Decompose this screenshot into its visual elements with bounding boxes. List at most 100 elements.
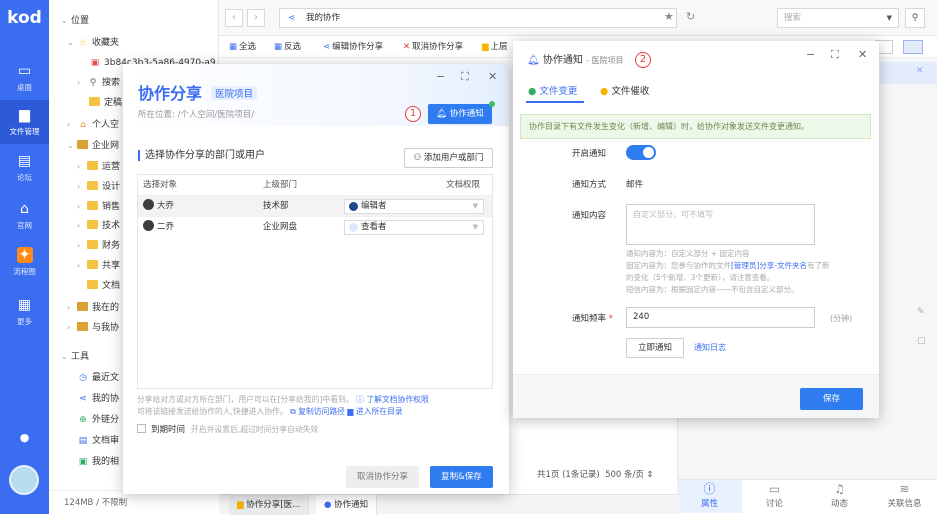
refresh-icon[interactable]: ↻ <box>686 10 695 23</box>
more-icon: ▦ <box>17 297 32 313</box>
forum-icon: ▤ <box>17 153 32 169</box>
close-icon[interactable]: ✕ <box>858 48 867 61</box>
tab-discussion[interactable]: ▭ 讨论 <box>742 482 807 509</box>
task-tab-notify[interactable]: ● 协作通知 <box>316 495 378 515</box>
cancel-share-button[interactable]: ✕ 取消协作分享 <box>403 39 463 55</box>
nav-website[interactable]: ⌂ 官网 <box>0 201 49 235</box>
share-dialog-title: 协作分享 <box>138 84 203 103</box>
home-icon: ⌂ <box>20 201 29 217</box>
upper-level-button[interactable]: ▆ 上层 <box>482 39 508 55</box>
freq-input[interactable]: 240 <box>626 307 815 328</box>
nav-desktop[interactable]: ▭ 桌面 <box>0 60 49 94</box>
comment-icon[interactable]: ▢ <box>917 336 926 346</box>
table-row[interactable]: 大乔 技术部 编辑者 ▼ <box>138 195 492 216</box>
tree-favorites[interactable]: ⌄ ☆ 收藏夹 <box>49 33 219 53</box>
freq-label: 通知频率 * <box>572 314 613 324</box>
tree-location[interactable]: ⌄ 位置 <box>49 11 219 31</box>
right-tabs: ⓘ 属性 ▭ 讨论 ♫ 动态 ≋ 关联信息 <box>677 479 937 514</box>
chat-icon: ▭ <box>768 482 781 496</box>
add-user-icon: ⚇ <box>413 153 422 163</box>
col-dept: 上级部门 <box>263 180 298 190</box>
tab-activity[interactable]: ♫ 动态 <box>807 482 872 509</box>
path-bar[interactable]: ⋖ 我的协作 <box>279 8 677 28</box>
share-table: 选择对象 上级部门 文档权限 大乔 技术部 编辑者 ▼ 二乔 企业网盘 查看者 ▼ <box>137 174 493 389</box>
pager: 共1页 (1条记录) 500 条/页 ⇕ <box>537 470 654 480</box>
document-icon: ▤ <box>78 436 88 446</box>
star-icon[interactable]: ★ <box>664 10 674 23</box>
panel-header: ✕ <box>880 62 937 84</box>
share-icon: ⋖ <box>79 394 87 404</box>
nav-forum[interactable]: ▤ 论坛 <box>0 153 49 187</box>
search-icon: ⚲ <box>89 78 97 88</box>
method-label: 通知方式 <box>572 180 607 190</box>
clock-icon: ◷ <box>79 373 87 383</box>
section-label: 选择协作分享的部门或用户 <box>138 150 265 161</box>
col-permission: 文档权限 <box>446 180 481 190</box>
enable-toggle[interactable] <box>626 145 656 160</box>
notify-log-link[interactable]: 通知日志 <box>694 342 726 353</box>
close-icon[interactable]: ✕ <box>488 70 497 83</box>
edit-share-button[interactable]: ⋖ 编辑协作分享 <box>323 39 383 55</box>
tab-file-change[interactable]: ● 文件变更 <box>528 83 577 97</box>
content-help: 通知内容为：自定义部分 + 固定内容 固定内容为：您参与协作的文件[管理员]分享… <box>626 249 830 294</box>
home-icon: ⌂ <box>80 120 86 130</box>
minimize-icon[interactable]: − <box>436 70 445 83</box>
user-avatar[interactable] <box>9 465 39 495</box>
per-page-select[interactable]: 500 条/页 <box>605 470 644 480</box>
send-now-button[interactable]: 立即通知 <box>626 338 684 358</box>
collab-notify-button[interactable]: 🔔︎ 协作通知 <box>428 104 492 124</box>
task-tab-share[interactable]: ▆ 协作分享[医... <box>229 495 310 515</box>
invert-select-button[interactable]: ▦ 反选 <box>274 39 301 55</box>
content-textarea[interactable]: 自定义部分，可不填写 <box>626 204 815 245</box>
close-icon: ✕ <box>916 66 924 76</box>
notify-dialog-title: 🔔︎ 协作通知 - 医院项目 <box>527 55 624 66</box>
save-button[interactable]: 保存 <box>800 388 863 410</box>
tab-properties[interactable]: ⓘ 属性 <box>677 480 742 513</box>
bell-icon: ♫ <box>834 482 845 496</box>
minimize-icon[interactable]: − <box>806 48 815 61</box>
desktop-icon: ▭ <box>17 63 32 79</box>
avatar <box>143 220 154 231</box>
nav-file-manager[interactable]: ▆ 文件管理 <box>0 100 49 144</box>
share-note: 分享给对方或对方所在部门，用户可以在[分享给我的]中看到。 ⓘ 了解文档协作权限… <box>137 395 429 416</box>
cancel-share-button[interactable]: 取消协作分享 <box>346 466 419 488</box>
bell-icon: 🔔︎ <box>527 55 540 66</box>
copy-path-link[interactable]: ⧉ 复制访问路径 <box>290 407 345 416</box>
active-tab-indicator <box>526 101 584 103</box>
permission-select[interactable]: 查看者 ▼ <box>344 220 484 235</box>
search-input[interactable]: 搜索 ▼ <box>777 8 899 28</box>
bell-icon: 🔔︎ <box>436 109 448 119</box>
nav-flowchart[interactable]: ✦ 流程图 <box>0 247 49 281</box>
enable-label: 开启通知 <box>572 149 607 159</box>
search-icon[interactable]: ⚲ <box>905 8 925 28</box>
method-value: 邮件 <box>626 180 644 190</box>
info-icon: ⓘ <box>703 482 716 496</box>
add-user-button[interactable]: ⚇ 添加用户或部门 <box>404 148 493 168</box>
bell-icon[interactable]: ● <box>0 430 49 446</box>
tab-file-remind[interactable]: ● 文件催收 <box>600 83 649 97</box>
maximize-icon[interactable]: ⛶ <box>831 48 839 62</box>
share-dialog: 协作分享 医院项目 所在位置: /个人空间/医院项目/ − ⛶ ✕ 1 🔔︎ 协… <box>123 64 509 494</box>
bottom-task-tabs: ▆ 协作分享[医... ● 协作通知 <box>219 494 679 515</box>
content-label: 通知内容 <box>572 211 607 221</box>
freq-unit: (分钟) <box>830 314 853 323</box>
bell-icon: ● <box>600 86 609 97</box>
bell-icon: ● <box>528 86 537 97</box>
copy-save-button[interactable]: 复制&保存 <box>430 466 493 488</box>
project-tag: 医院项目 <box>211 86 258 100</box>
maximize-icon[interactable]: ⛶ <box>461 70 469 84</box>
enter-dir-link[interactable]: ▆ 进入所在目录 <box>347 407 402 416</box>
expire-checkbox[interactable]: 到期时间 开启并设置后,超过时间分享自动失效 <box>137 423 318 435</box>
forward-button[interactable]: › <box>247 9 265 27</box>
col-target: 选择对象 <box>143 180 178 190</box>
permission-select[interactable]: 编辑者 ▼ <box>344 199 484 214</box>
star-icon: ☆ <box>78 38 88 48</box>
list-view-icon[interactable] <box>903 40 923 54</box>
back-button[interactable]: ‹ <box>225 9 243 27</box>
permission-help-link[interactable]: ⓘ 了解文档协作权限 <box>356 395 429 404</box>
tab-related[interactable]: ≋ 关联信息 <box>872 482 937 509</box>
select-all-button[interactable]: ▦ 全选 <box>229 39 256 55</box>
nav-more[interactable]: ▦ 更多 <box>0 297 49 331</box>
table-row[interactable]: 二乔 企业网盘 查看者 ▼ <box>138 216 492 237</box>
edit-icon[interactable]: ✎ <box>917 307 925 317</box>
